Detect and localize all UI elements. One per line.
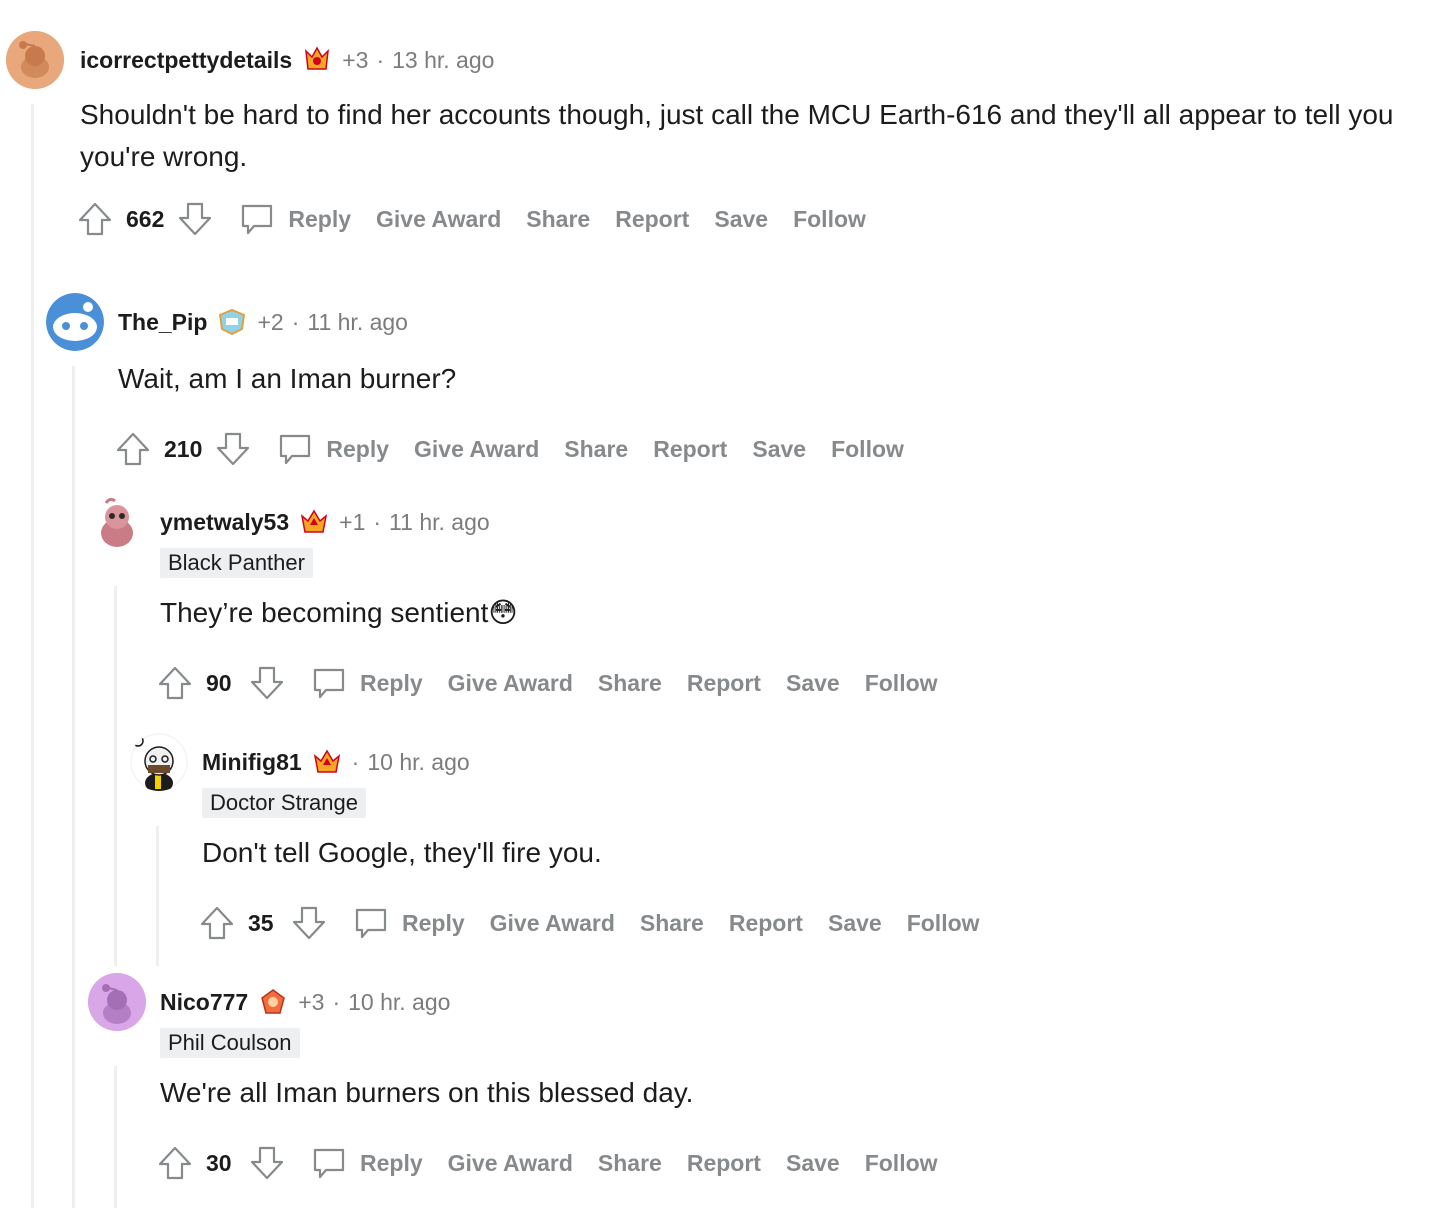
award-icon[interactable] <box>217 307 247 337</box>
follow-button[interactable]: Follow <box>907 910 980 937</box>
reply-button[interactable]: Reply <box>276 430 389 468</box>
award-icon[interactable] <box>258 987 288 1017</box>
reply-button[interactable]: Reply <box>310 664 423 702</box>
reply-button[interactable]: Reply <box>352 904 465 942</box>
reply-label: Reply <box>288 205 352 232</box>
separator-dot: · <box>291 308 300 335</box>
user-avatar[interactable] <box>6 31 64 89</box>
vote-score: 210 <box>164 435 203 462</box>
username[interactable]: Minifig81 <box>202 749 302 776</box>
upvote-icon[interactable] <box>156 664 194 702</box>
timestamp[interactable]: 10 hr. ago <box>348 989 450 1016</box>
follow-button[interactable]: Follow <box>831 436 904 463</box>
comment-bubble-icon <box>313 1148 345 1179</box>
comment-body: They’re becoming sentient😳 <box>160 597 518 628</box>
separator-dot: · <box>332 988 341 1015</box>
give-award-button[interactable]: Give Award <box>448 1150 573 1177</box>
thread-line-level-1[interactable] <box>31 104 34 1208</box>
comment: The_Pip +2 · 11 hr. ago Wait, am I an Im… <box>46 292 1426 474</box>
report-button[interactable]: Report <box>687 1150 761 1177</box>
report-button[interactable]: Report <box>687 670 761 697</box>
user-flair: Phil Coulson <box>160 1028 300 1058</box>
user-flair: Black Panther <box>160 548 313 578</box>
username[interactable]: Nico777 <box>160 989 248 1016</box>
share-button[interactable]: Share <box>564 436 628 463</box>
downvote-icon[interactable] <box>248 664 286 702</box>
vote-score: 30 <box>206 1149 232 1176</box>
upvote-icon[interactable] <box>114 430 152 468</box>
share-button[interactable]: Share <box>526 206 590 233</box>
upvote-icon[interactable] <box>198 904 236 942</box>
save-button[interactable]: Save <box>714 206 768 233</box>
timestamp[interactable]: 13 hr. ago <box>392 47 494 74</box>
comment-body: We're all Iman burners on this blessed d… <box>160 1077 694 1108</box>
timestamp[interactable]: 10 hr. ago <box>367 749 469 776</box>
upvote-icon[interactable] <box>76 200 114 238</box>
separator-dot: · <box>373 508 382 535</box>
comment-body: Shouldn't be hard to find her accounts t… <box>80 99 1394 172</box>
reply-label: Reply <box>360 1149 423 1176</box>
comment: ymetwaly53 +1 · 11 hr. ago Black Panther… <box>88 492 1428 708</box>
report-button[interactable]: Report <box>729 910 803 937</box>
username[interactable]: The_Pip <box>118 309 207 336</box>
user-flair: Doctor Strange <box>202 788 366 818</box>
timestamp[interactable]: 11 hr. ago <box>307 309 408 336</box>
award-count: +2 <box>257 308 284 335</box>
award-icon[interactable] <box>302 45 332 75</box>
follow-button[interactable]: Follow <box>865 1150 938 1177</box>
report-button[interactable]: Report <box>653 436 727 463</box>
give-award-button[interactable]: Give Award <box>376 206 501 233</box>
reply-label: Reply <box>360 669 423 696</box>
report-button[interactable]: Report <box>615 206 689 233</box>
give-award-button[interactable]: Give Award <box>414 436 539 463</box>
comment-bubble-icon <box>280 434 311 465</box>
comment-bubble-icon <box>355 908 387 939</box>
reply-button[interactable]: Reply <box>238 200 351 238</box>
user-avatar[interactable] <box>88 493 146 551</box>
save-button[interactable]: Save <box>752 436 806 463</box>
comment-body: Don't tell Google, they'll fire you. <box>202 837 602 868</box>
downvote-icon[interactable] <box>176 200 214 238</box>
award-count: +3 <box>342 46 369 73</box>
save-button[interactable]: Save <box>786 1150 840 1177</box>
award-icon[interactable] <box>312 747 342 777</box>
separator-dot: · <box>351 748 360 775</box>
follow-button[interactable]: Follow <box>865 670 938 697</box>
share-button[interactable]: Share <box>598 670 662 697</box>
vote-score: 90 <box>206 669 232 696</box>
save-button[interactable]: Save <box>828 910 882 937</box>
award-count: +1 <box>339 508 366 535</box>
username[interactable]: ymetwaly53 <box>160 509 289 536</box>
comment: Minifig81 · 10 hr. ago Doctor Strange Do… <box>130 732 1430 948</box>
thread-line-level-2[interactable] <box>72 366 75 1208</box>
vote-score: 35 <box>248 909 274 936</box>
follow-button[interactable]: Follow <box>793 206 866 233</box>
comment-bubble-icon <box>242 204 273 235</box>
reply-button[interactable]: Reply <box>310 1144 423 1182</box>
user-avatar[interactable] <box>46 293 104 351</box>
award-icon[interactable] <box>299 507 329 537</box>
downvote-icon[interactable] <box>290 904 328 942</box>
user-avatar[interactable] <box>130 733 188 791</box>
share-button[interactable]: Share <box>640 910 704 937</box>
reply-label: Reply <box>326 435 390 462</box>
comment-body: Wait, am I an Iman burner? <box>118 363 457 394</box>
reply-label: Reply <box>402 909 465 936</box>
timestamp[interactable]: 11 hr. ago <box>389 509 490 536</box>
save-button[interactable]: Save <box>786 670 840 697</box>
comment: icorrectpettydetails +3 · 13 hr. ago Sho… <box>6 30 1426 244</box>
share-button[interactable]: Share <box>598 1150 662 1177</box>
give-award-button[interactable]: Give Award <box>448 670 573 697</box>
comment: Nico777 +3 · 10 hr. ago Phil Coulson We'… <box>88 972 1428 1188</box>
separator-dot: · <box>376 46 385 73</box>
downvote-icon[interactable] <box>214 430 252 468</box>
user-avatar[interactable] <box>88 973 146 1031</box>
vote-score: 662 <box>126 205 165 232</box>
comment-bubble-icon <box>313 668 345 699</box>
downvote-icon[interactable] <box>248 1144 286 1182</box>
upvote-icon[interactable] <box>156 1144 194 1182</box>
username[interactable]: icorrectpettydetails <box>80 47 292 74</box>
award-count: +3 <box>298 988 325 1015</box>
give-award-button[interactable]: Give Award <box>490 910 615 937</box>
